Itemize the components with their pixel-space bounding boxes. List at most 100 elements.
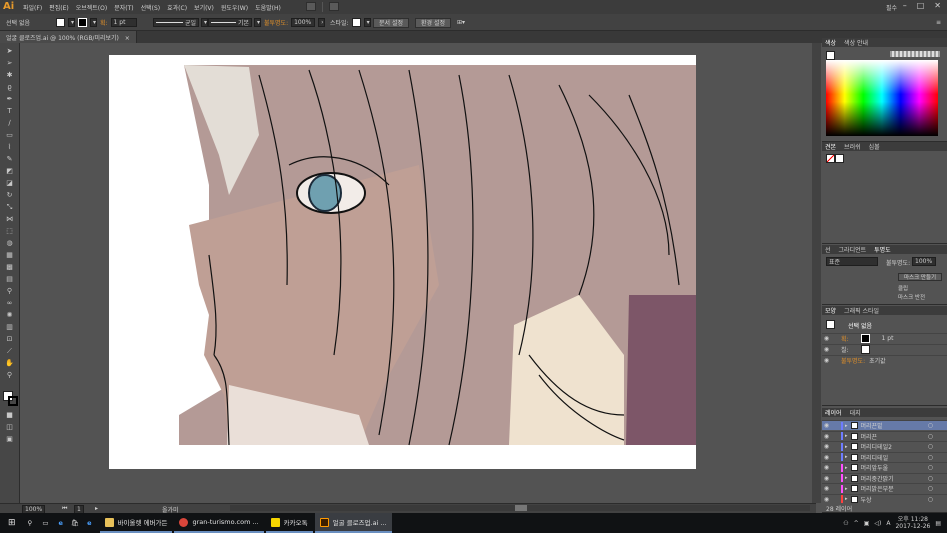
expand-arrow-icon[interactable]: ▸ bbox=[845, 433, 848, 439]
type-tool-icon[interactable]: T bbox=[4, 107, 15, 116]
appearance-stroke-label[interactable]: 획: bbox=[841, 334, 849, 343]
input-indicator[interactable]: A bbox=[886, 520, 890, 527]
eye-icon[interactable]: ◉ bbox=[822, 464, 831, 471]
menu-select[interactable]: 선택(S) bbox=[141, 3, 161, 12]
maximize-icon[interactable]: □ bbox=[917, 1, 925, 10]
layer-name[interactable]: 머리디테일2 bbox=[861, 442, 892, 451]
shape-builder-icon[interactable]: ◍ bbox=[4, 239, 15, 248]
artboard-canvas[interactable] bbox=[109, 55, 696, 469]
blend-mode-dropdown[interactable]: 표준 bbox=[826, 257, 878, 266]
layer-row[interactable]: ◉ ▸ 머리밝은부분 ○ bbox=[822, 483, 947, 493]
search-icon[interactable]: ⚲ bbox=[24, 513, 37, 533]
first-artboard-icon[interactable]: ⏮ bbox=[62, 505, 67, 513]
taskbar-app-chrome[interactable]: gran-turismo.com ... bbox=[174, 513, 264, 533]
gradient-tool-icon[interactable]: ▤ bbox=[4, 275, 15, 284]
tab-artboards[interactable]: 대지 bbox=[850, 408, 861, 417]
shaper-tool-icon[interactable]: ◩ bbox=[4, 167, 15, 176]
spectrum-mini[interactable] bbox=[890, 51, 940, 57]
opacity-label[interactable]: 불투명도: bbox=[264, 18, 288, 27]
rotate-tool-icon[interactable]: ↻ bbox=[4, 191, 15, 200]
target-icon[interactable]: ○ bbox=[928, 475, 933, 482]
artboard-tool-icon[interactable]: ⊡ bbox=[4, 335, 15, 344]
expand-arrow-icon[interactable]: ▸ bbox=[845, 444, 848, 450]
tab-gradient[interactable]: 그라디언트 bbox=[839, 245, 867, 254]
expand-arrow-icon[interactable]: ▸ bbox=[845, 475, 848, 481]
eye-icon[interactable]: ◉ bbox=[822, 433, 831, 440]
zoom-tool-icon[interactable]: ⚲ bbox=[4, 371, 15, 380]
layer-row[interactable]: ◉ ▸ 머리앞두울 ○ bbox=[822, 462, 947, 472]
stroke-weight-field[interactable]: 1 pt bbox=[110, 18, 137, 27]
layer-row[interactable]: ◉ ▸ 머리중간밝기 ○ bbox=[822, 472, 947, 483]
draw-mode-icon[interactable]: ◫ bbox=[4, 423, 15, 432]
tab-color-guide[interactable]: 색상 안내 bbox=[844, 38, 868, 47]
windows-start-icon[interactable]: ⊞ bbox=[0, 513, 24, 533]
menu-effect[interactable]: 효과(C) bbox=[167, 3, 187, 12]
eye-icon[interactable]: ◉ bbox=[822, 357, 831, 364]
eraser-tool-icon[interactable]: ◪ bbox=[4, 179, 15, 188]
panel-menu-icon[interactable]: ≡ bbox=[936, 17, 941, 28]
invert-mask-checkbox[interactable]: 마스크 반전 bbox=[898, 293, 925, 301]
tab-stroke[interactable]: 선 bbox=[825, 245, 831, 254]
magic-wand-icon[interactable]: ✱ bbox=[4, 71, 15, 80]
chevron-down-icon[interactable]: ▾ bbox=[90, 18, 97, 27]
appearance-stroke-row[interactable]: ◉ 획: 1 pt bbox=[822, 333, 947, 343]
width-tool-icon[interactable]: ⋈ bbox=[4, 215, 15, 224]
hand-tool-icon[interactable]: ✋ bbox=[4, 359, 15, 368]
brush-dropdown[interactable]: 기본 bbox=[208, 18, 252, 27]
target-icon[interactable]: ○ bbox=[928, 485, 933, 492]
tab-color[interactable]: 색상 bbox=[825, 38, 836, 47]
pen-tool-icon[interactable]: ✒ bbox=[4, 95, 15, 104]
layer-name[interactable]: 머리디테일 bbox=[861, 453, 889, 462]
people-icon[interactable]: ⚇ bbox=[843, 520, 848, 527]
chevron-right-icon[interactable]: › bbox=[318, 18, 326, 27]
expand-arrow-icon[interactable]: ▸ bbox=[845, 454, 848, 460]
target-icon[interactable]: ○ bbox=[928, 433, 933, 440]
ie-icon[interactable]: e bbox=[83, 513, 95, 533]
perspective-grid-icon[interactable]: ▦ bbox=[4, 251, 15, 260]
menu-object[interactable]: 오브젝트(O) bbox=[76, 3, 108, 12]
make-mask-button[interactable]: 마스크 만들기 bbox=[898, 273, 943, 281]
transparency-opacity-field[interactable]: 100% bbox=[912, 257, 936, 266]
layer-row[interactable]: ◉ ▸ 두상 ○ bbox=[822, 493, 947, 504]
white-swatch[interactable] bbox=[835, 154, 844, 163]
minimize-icon[interactable]: – bbox=[903, 1, 907, 10]
eyedropper-tool-icon[interactable]: ⚲ bbox=[4, 287, 15, 296]
close-icon[interactable]: ✕ bbox=[934, 1, 941, 10]
horizontal-scrollbar[interactable] bbox=[230, 505, 810, 511]
volume-icon[interactable]: ◁) bbox=[874, 520, 881, 527]
eye-icon[interactable]: ◉ bbox=[822, 496, 831, 503]
chevron-down-icon[interactable]: ▾ bbox=[201, 18, 208, 27]
expand-arrow-icon[interactable]: ▸ bbox=[845, 465, 848, 471]
store-icon[interactable]: 🛍 bbox=[67, 513, 83, 533]
direct-selection-tool-icon[interactable]: ➢ bbox=[4, 59, 15, 68]
network-icon[interactable]: ▣ bbox=[864, 520, 870, 527]
eye-icon[interactable]: ◉ bbox=[822, 443, 831, 450]
bridge-icon[interactable] bbox=[306, 2, 316, 11]
target-icon[interactable]: ○ bbox=[928, 496, 933, 503]
eye-icon[interactable]: ◉ bbox=[822, 422, 831, 429]
menu-type[interactable]: 문자(T) bbox=[114, 3, 133, 12]
scroll-thumb[interactable] bbox=[515, 505, 527, 511]
tab-graphic-styles[interactable]: 그래픽 스타일 bbox=[844, 306, 879, 315]
taskbar-app-illustrator[interactable]: 얼굴 클로즈업.ai ... bbox=[314, 513, 392, 533]
slice-tool-icon[interactable]: ⟋ bbox=[4, 347, 15, 356]
clock[interactable]: 오후 11:28 2017-12-26 bbox=[895, 516, 930, 530]
tab-swatches[interactable]: 견본 bbox=[825, 142, 836, 151]
layer-name[interactable]: 머리끈밑 bbox=[861, 421, 883, 430]
eye-icon[interactable]: ◉ bbox=[822, 485, 831, 492]
expand-arrow-icon[interactable]: ▸ bbox=[845, 423, 848, 429]
menu-window[interactable]: 윈도우(W) bbox=[221, 3, 248, 12]
tab-brushes[interactable]: 브러쉬 bbox=[844, 142, 861, 151]
free-transform-icon[interactable]: ⬚ bbox=[4, 227, 15, 236]
target-icon[interactable]: ○ bbox=[928, 422, 933, 429]
selection-tool-icon[interactable]: ➤ bbox=[4, 47, 15, 56]
lasso-tool-icon[interactable]: ϱ bbox=[4, 83, 15, 92]
rectangle-tool-icon[interactable]: ▭ bbox=[4, 131, 15, 140]
menu-view[interactable]: 보기(V) bbox=[194, 3, 214, 12]
appearance-fill-swatch[interactable] bbox=[860, 345, 870, 354]
scale-tool-icon[interactable]: ⤡ bbox=[4, 203, 15, 212]
chevron-down-icon[interactable]: ▾ bbox=[68, 18, 75, 27]
menu-file[interactable]: 파일(F) bbox=[23, 3, 42, 12]
menu-edit[interactable]: 편집(E) bbox=[49, 3, 69, 12]
arrange-documents-icon[interactable] bbox=[329, 2, 339, 11]
